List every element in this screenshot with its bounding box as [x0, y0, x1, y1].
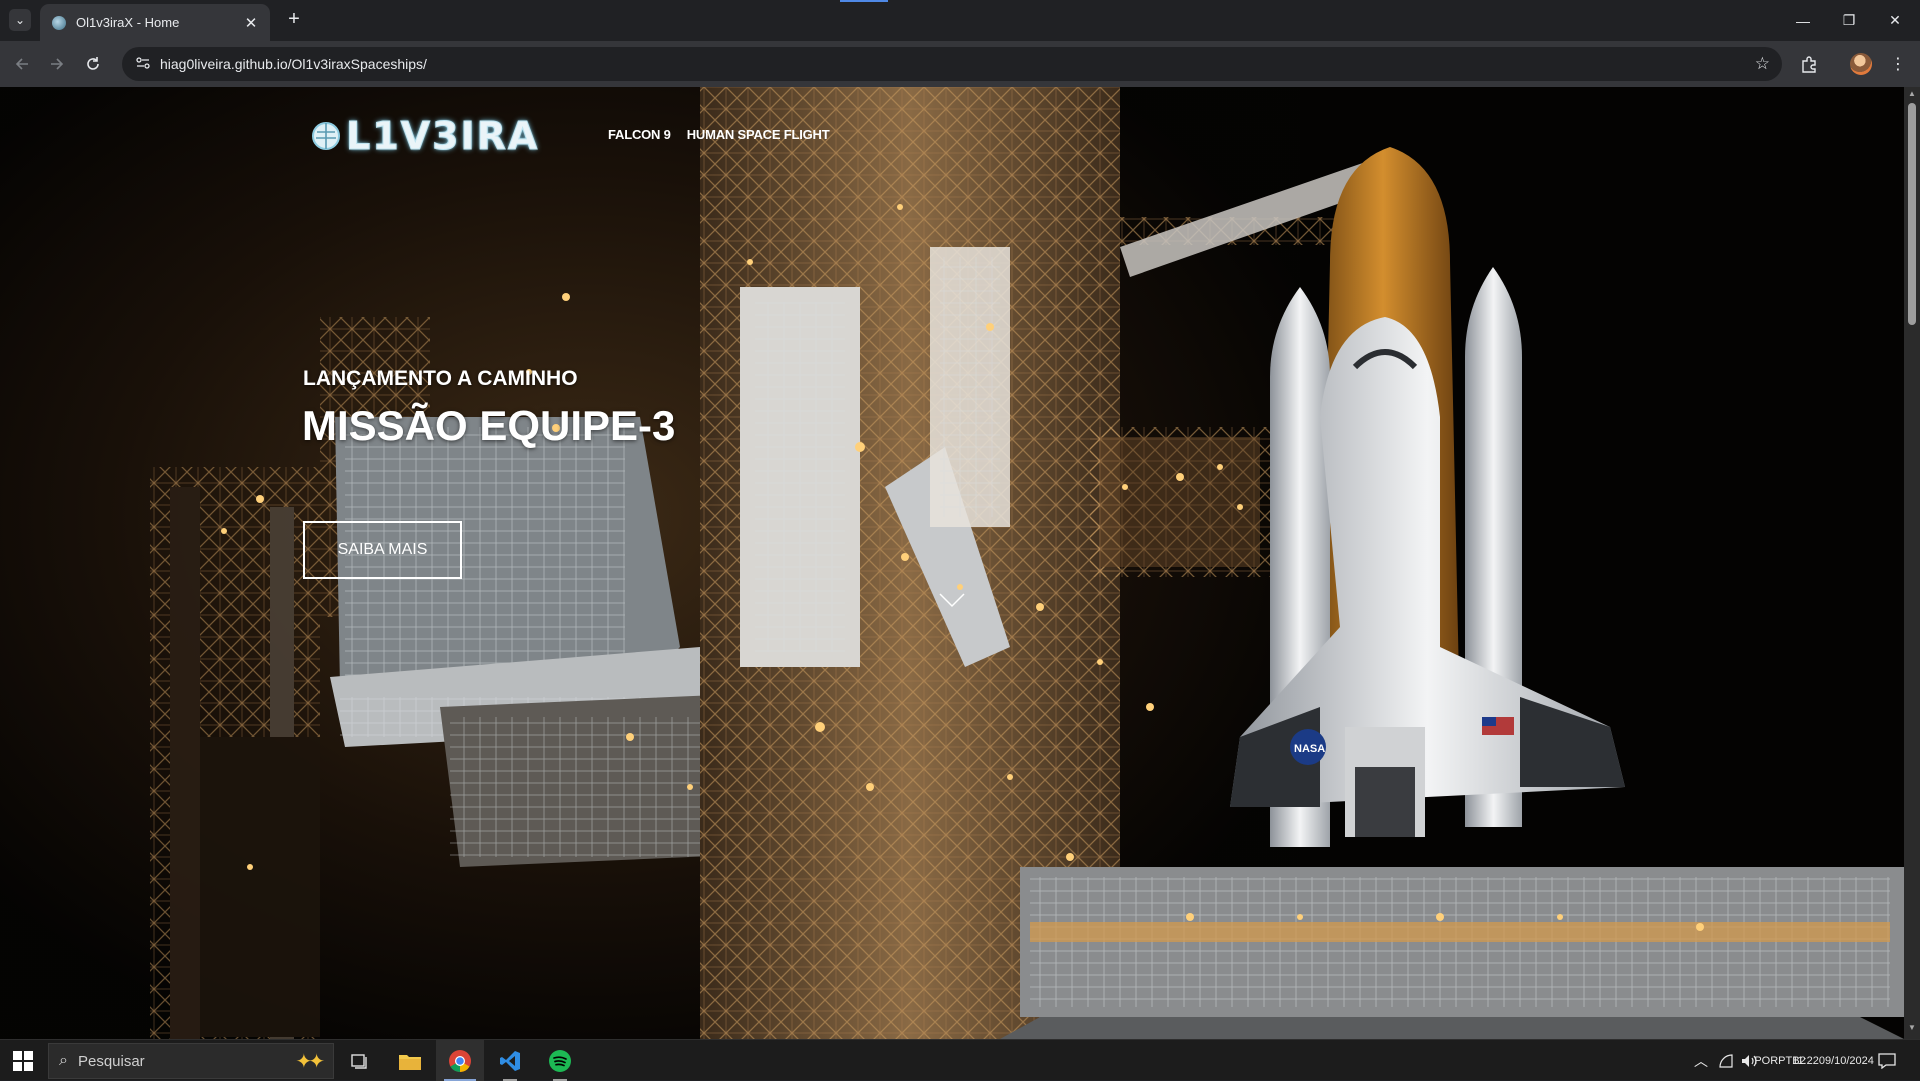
nav-link-falcon-9[interactable]: FALCON 9 — [608, 127, 671, 142]
page-scrollbar[interactable]: ▲ ▼ — [1904, 87, 1920, 1039]
forward-button[interactable] — [45, 52, 69, 76]
site-logo[interactable]: L1V3IRA — [310, 114, 540, 159]
back-button[interactable] — [10, 52, 34, 76]
extensions-icon[interactable] — [1796, 52, 1822, 76]
logo-globe-icon — [312, 122, 340, 150]
clock[interactable]: 11:22 09/10/2024 — [1792, 1040, 1874, 1081]
restore-button[interactable]: ❐ — [1826, 0, 1872, 41]
chrome-button[interactable] — [436, 1040, 484, 1081]
clock-time: 11:22 — [1792, 1054, 1819, 1067]
minimize-button[interactable]: — — [1780, 0, 1826, 41]
browser-tab-active[interactable]: Ol1v3iraX - Home ✕ — [40, 4, 270, 41]
url-text[interactable]: hiag0liveira.github.io/Ol1v3iraxSpaceshi… — [160, 56, 427, 72]
page-viewport: NASA L1V3IRA FALCON 9 HUMAN SPACE FLIGHT… — [0, 87, 1904, 1039]
profile-avatar[interactable] — [1846, 52, 1876, 76]
forward-icon — [51, 58, 64, 70]
hero-subtitle: LANÇAMENTO A CAMINHO — [303, 367, 578, 390]
spotify-button[interactable] — [536, 1040, 584, 1081]
scroll-down-chevron-icon[interactable] — [938, 592, 966, 608]
chevron-up-icon[interactable]: ︿ — [1690, 1040, 1712, 1081]
search-placeholder: Pesquisar — [77, 1052, 145, 1070]
reload-button[interactable] — [81, 52, 105, 76]
notification-icon[interactable] — [1872, 1040, 1902, 1081]
close-window-button[interactable]: ✕ — [1872, 0, 1918, 41]
site-info-icon[interactable] — [128, 56, 158, 73]
avatar — [1850, 53, 1872, 75]
reload-icon — [87, 57, 99, 70]
site-nav: FALCON 9 HUMAN SPACE FLIGHT — [608, 127, 830, 142]
clock-date: 09/10/2024 — [1818, 1054, 1874, 1067]
taskbar-search-box[interactable]: ⌕ Pesquisar ✦✦ — [48, 1043, 334, 1079]
scroll-down-arrow-icon[interactable]: ▼ — [1904, 1023, 1920, 1037]
menu-icon[interactable]: ⋮ — [1886, 52, 1910, 76]
logo-text: L1V3IRA — [345, 114, 540, 159]
browser-toolbar: hiag0liveira.github.io/Ol1v3iraxSpaceshi… — [0, 41, 1920, 87]
address-bar[interactable]: hiag0liveira.github.io/Ol1v3iraxSpaceshi… — [122, 47, 1782, 81]
chevron-down-icon: ⌄ — [14, 13, 26, 27]
network-icon[interactable] — [1714, 1040, 1738, 1081]
browser-tabstrip: ⌄ Ol1v3iraX - Home ✕ + — ❐ ✕ — [0, 0, 1920, 41]
search-icon: ⌕ — [59, 1052, 68, 1069]
file-explorer-button[interactable] — [386, 1040, 434, 1081]
file-explorer-icon — [399, 1054, 421, 1070]
windows-start-icon[interactable] — [10, 1048, 36, 1074]
search-highlight-sparkle-icon: ✦✦ — [295, 1050, 324, 1073]
spotify-icon — [549, 1049, 571, 1072]
svg-text:NASA: NASA — [1294, 743, 1325, 755]
back-icon — [15, 58, 28, 70]
task-view-button[interactable] — [336, 1040, 384, 1081]
scroll-up-arrow-icon[interactable]: ▲ — [1904, 89, 1920, 103]
loading-indicator — [840, 0, 888, 2]
scrollbar-thumb[interactable] — [1908, 103, 1916, 325]
hero-background-image: NASA — [0, 87, 1904, 1039]
saiba-mais-button[interactable]: SAIBA MAIS — [303, 521, 462, 579]
star-icon[interactable]: ☆ — [1755, 54, 1770, 74]
tab-search-button[interactable]: ⌄ — [9, 9, 31, 31]
tab-close-button[interactable]: ✕ — [242, 14, 260, 32]
language-code: POR — [1754, 1054, 1779, 1067]
vscode-icon — [500, 1050, 520, 1071]
chrome-icon — [449, 1049, 471, 1072]
nav-link-human-space-flight[interactable]: HUMAN SPACE FLIGHT — [687, 127, 830, 142]
vscode-button[interactable] — [486, 1040, 534, 1081]
tab-title: Ol1v3iraX - Home — [76, 15, 180, 30]
tab-favicon-icon — [52, 15, 66, 30]
new-tab-button[interactable]: + — [282, 8, 306, 32]
task-view-icon — [351, 1053, 367, 1069]
windows-taskbar: ⌕ Pesquisar ✦✦ ︿ POR PTB2 11:22 09/10/20… — [0, 1039, 1920, 1081]
hero-title: MISSÃO EQUIPE-3 — [302, 402, 676, 449]
